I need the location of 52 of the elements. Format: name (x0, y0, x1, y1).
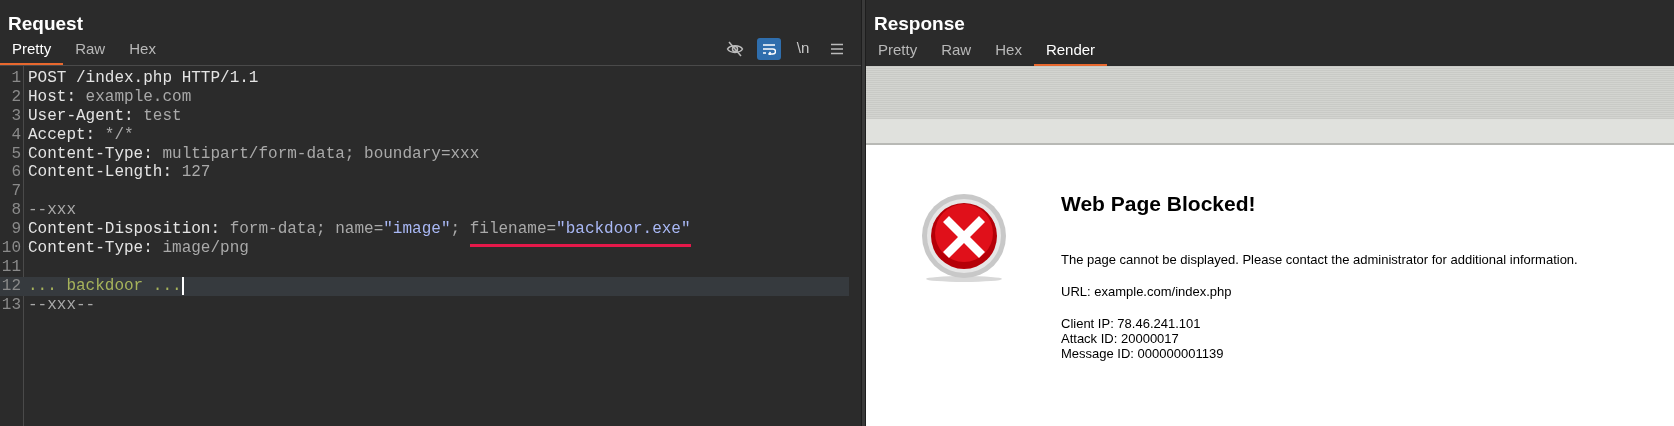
code-text: example.com (84, 87, 192, 107)
line-number: 5 (10, 144, 22, 164)
line-number: 7 (10, 182, 22, 202)
tab[interactable]: Pretty (866, 36, 930, 66)
code-text: --xxx (28, 201, 76, 221)
code-text: Content-Type: (28, 144, 153, 164)
panel-title: Response (873, 12, 965, 36)
tab[interactable]: Raw (929, 36, 984, 66)
line-number: 11 (0, 257, 22, 277)
line-number: 6 (10, 163, 22, 183)
line-number: 2 (10, 87, 22, 107)
code-text: --xxx-- (28, 295, 96, 315)
tab[interactable]: Pretty (0, 36, 64, 65)
tab[interactable]: Hex (117, 36, 168, 65)
line-number: 9 (10, 220, 22, 239)
blocked-heading: Web Page Blocked! (1061, 191, 1257, 217)
line-number: 12 (0, 276, 22, 296)
code-text: Content-Length: (28, 163, 173, 183)
code-text: form-data; name= (228, 220, 384, 239)
code-text: Content-Type: (28, 239, 153, 258)
text-cursor (181, 276, 184, 295)
code-text: ... backdoor ... (28, 276, 182, 296)
code-text: Accept: (28, 125, 96, 145)
code-text: filename= (469, 220, 557, 247)
code-text: multipart/form-data; boundary=xxx (161, 144, 480, 164)
code-text: image/png (161, 239, 249, 258)
code-text: "image" (383, 220, 451, 239)
line-number: 13 (0, 295, 22, 315)
code-text: POST /index.php HTTP/1.1 (28, 69, 259, 88)
detail-text: Client IP: 78.46.241.101 (1061, 315, 1202, 331)
detail-text: Message ID: 000000001139 (1061, 345, 1225, 361)
line-number: 3 (10, 106, 22, 126)
url-text: URL: example.com/index.php (1061, 283, 1233, 301)
code-text: Host: (28, 87, 76, 107)
code-text: User-Agent: (28, 106, 134, 126)
detail-text: Attack ID: 20000017 (1061, 330, 1180, 346)
line-number: 1 (10, 69, 22, 88)
tab[interactable]: Hex (983, 36, 1034, 66)
line-number: 8 (10, 201, 22, 221)
code-text: "backdoor.exe" (556, 220, 691, 247)
code-text: ; (450, 220, 462, 239)
line-number: 4 (10, 125, 22, 145)
line-number: 10 (0, 239, 22, 258)
code-text: */* (103, 125, 134, 145)
wrap-icon[interactable] (757, 37, 781, 60)
code-text: test (142, 106, 182, 126)
tab[interactable]: Raw (63, 36, 118, 65)
code-text: 127 (180, 163, 211, 183)
newline-toggle[interactable]: \n (791, 37, 815, 60)
panel-title: Request (7, 12, 83, 36)
blocked-message: The page cannot be displayed. Please contact the administrator for additional information. (1061, 250, 1578, 269)
code-text: Content-Disposition: (28, 220, 221, 239)
